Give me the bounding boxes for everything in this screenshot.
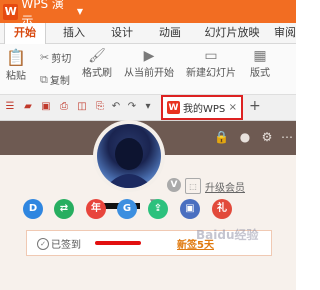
undo-icon[interactable]: ↶ xyxy=(110,101,122,113)
new-slide-button[interactable]: ▭ 新建幻灯片 xyxy=(186,48,236,79)
layout-button[interactable]: ▦ 版式 xyxy=(250,48,270,79)
check-icon: ✓ xyxy=(37,238,49,250)
ribbon-tabs: 开始 插入 设计 动画 幻灯片放映 审阅 xyxy=(0,23,296,44)
preview-icon[interactable]: ◫ xyxy=(76,101,88,113)
tab-design[interactable]: 设计 xyxy=(104,23,140,43)
play-icon: ▶ xyxy=(143,48,155,64)
app-icon-convert[interactable]: ⇄ xyxy=(54,199,74,219)
membership-icon: ⬚ xyxy=(185,178,201,194)
more-icon[interactable]: ⋯ xyxy=(280,130,294,144)
watermark: Baidu经验 xyxy=(196,228,259,242)
app-icon-print[interactable]: ▣ xyxy=(180,199,200,219)
copy-button[interactable]: ⧉ 复制 xyxy=(40,72,70,88)
from-current-button[interactable]: ▶ 从当前开始 xyxy=(124,48,174,79)
chat-icon[interactable]: ● xyxy=(238,130,252,144)
brush-icon: 🖌 xyxy=(88,48,106,64)
save-icon[interactable]: ▣ xyxy=(40,101,52,113)
app-icon-docer[interactable]: D xyxy=(23,199,43,219)
vip-badge: V xyxy=(167,178,181,192)
settings-icon[interactable]: ⚙ xyxy=(260,130,274,144)
close-icon[interactable]: × xyxy=(229,102,237,113)
app-icon-gift[interactable]: 礼 xyxy=(212,199,232,219)
chevron-down-icon: ▼ xyxy=(76,7,83,16)
tab-my-wps[interactable]: W 我的WPS × xyxy=(161,95,243,120)
app-icon-annual[interactable]: 年 xyxy=(86,199,106,219)
tab-label: 我的WPS xyxy=(183,104,226,115)
print-icon[interactable]: ⎙ xyxy=(58,101,70,113)
redo-icon[interactable]: ↷ xyxy=(126,101,138,113)
export-icon[interactable]: ⎘ xyxy=(94,101,106,113)
tab-insert[interactable]: 插入 xyxy=(56,23,92,43)
layout-icon: ▦ xyxy=(253,48,267,64)
copy-icon: ⧉ xyxy=(40,72,48,86)
clipboard-icon: 📋 xyxy=(6,48,26,67)
wps-logo-icon: W xyxy=(3,3,19,20)
tab-review[interactable]: 审阅 xyxy=(270,23,300,43)
avatar[interactable] xyxy=(97,124,161,188)
new-tab-button[interactable]: + xyxy=(249,98,261,114)
menu-icon[interactable]: ☰ xyxy=(4,101,16,113)
upgrade-membership-link[interactable]: ⬚ 升级会员 xyxy=(185,178,245,194)
wps-logo-icon: W xyxy=(167,101,180,114)
redacted-text xyxy=(95,241,141,245)
person-icon xyxy=(105,138,153,188)
tab-home[interactable]: 开始 xyxy=(4,23,46,44)
ribbon-toolbar: 📋 粘贴 ✂ 剪切 ⧉ 复制 🖌 格式刷 ▶ 从当前开始 ▭ 新建幻灯片 ▦ 版… xyxy=(0,44,296,95)
open-folder-icon[interactable]: ▰ xyxy=(22,101,34,113)
tab-animation[interactable]: 动画 xyxy=(152,23,188,43)
format-painter-button[interactable]: 🖌 格式刷 xyxy=(82,48,112,79)
app-menu-button[interactable]: W WPS 演示 ▼ xyxy=(3,0,83,28)
signed-status: 已签到 xyxy=(51,240,81,251)
app-icon-upload[interactable]: ⇪ xyxy=(148,199,168,219)
app-icon-g[interactable]: G xyxy=(117,199,137,219)
lock-icon[interactable]: 🔒 xyxy=(214,130,229,144)
scissors-icon: ✂ xyxy=(40,51,50,64)
chevron-down-icon[interactable]: ▾ xyxy=(142,101,154,113)
cut-button[interactable]: ✂ 剪切 xyxy=(40,50,71,65)
new-slide-icon: ▭ xyxy=(204,48,218,64)
paste-button[interactable]: 📋 粘贴 xyxy=(6,48,26,82)
tab-slideshow[interactable]: 幻灯片放映 xyxy=(200,23,264,43)
